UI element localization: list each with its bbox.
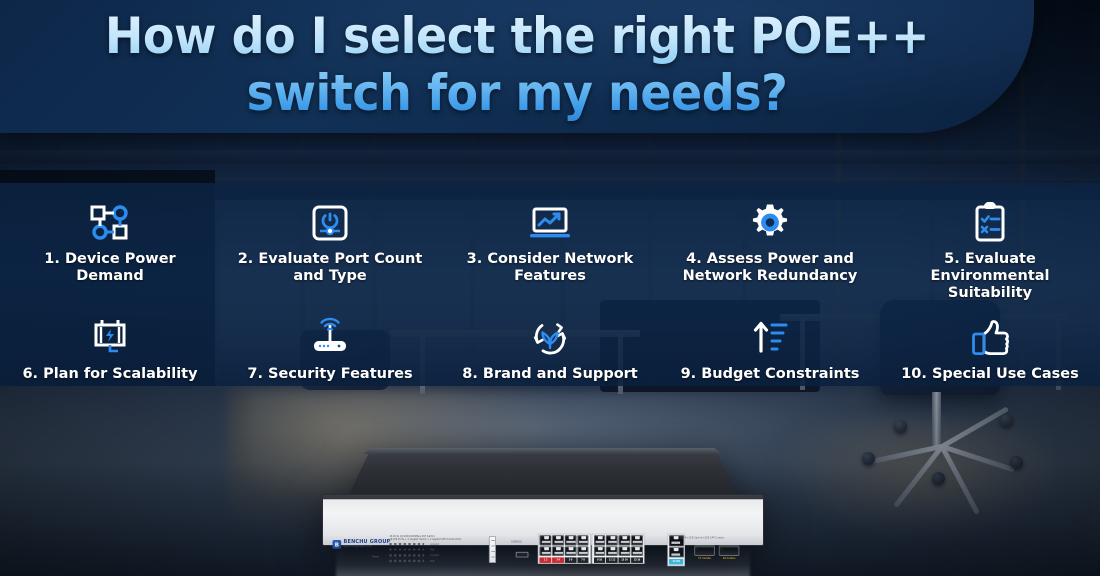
steps-row-2: 6. Plan for Scalability 7. Security Feat… [0,302,1100,383]
console-port-label: CONSOLE [511,540,522,544]
page-title-line-2: switch for my needs? [246,64,788,122]
steps-list: 1. Device Power Demand 2. Evaluate Port … [0,183,1100,386]
switch-spec-text: 16 Ports 10/100/1000Mbps PoE Switch 16 P… [389,535,492,542]
power-button-panel-icon [310,201,350,245]
network-topology-icon [89,201,131,245]
step-item-2[interactable]: 2. Evaluate Port Count and Type [220,201,440,302]
step-item-5[interactable]: 5. Evaluate Environmental Suitability [880,201,1100,302]
rj45-port[interactable] [618,535,631,546]
step-label: 5. Evaluate Environmental Suitability [930,251,1050,301]
poster-canvas: How do I select the right POE++ switch f… [0,0,1100,576]
step-item-8[interactable]: 8. Brand and Support [440,316,660,383]
switch-top-chassis [348,448,738,496]
rj45-port[interactable] [552,535,564,546]
laptop-chart-icon [527,201,573,245]
switch-front-panel-content: B BENCHU GROUP benchu-group.com 16 Ports… [323,495,765,567]
rj45-port[interactable] [564,535,577,546]
step-label: 6. Plan for Scalability [22,366,198,382]
step-label: 1. Device Power Demand [44,251,176,284]
wireless-router-icon [306,316,354,360]
steps-row-1: 1. Device Power Demand 2. Evaluate Port … [0,183,1100,302]
thumbs-up-icon [968,316,1012,360]
switch-top-highlight [363,448,723,454]
rj45-port[interactable] [539,535,552,546]
step-item-1[interactable]: 1. Device Power Demand [0,201,220,302]
arrow-up-bars-icon [748,316,792,360]
step-label: 4. Assess Power and Network Redundancy [682,251,858,284]
switch-front-panel: B BENCHU GROUP benchu-group.com 16 Ports… [322,494,765,567]
step-item-3[interactable]: 3. Consider Network Features [440,201,660,302]
step-item-6[interactable]: 6. Plan for Scalability [0,316,220,383]
step-item-7[interactable]: 7. Security Features [220,316,440,383]
poe-switch-product-image: B BENCHU GROUP benchu-group.com 16 Ports… [322,448,765,576]
rj45-port[interactable] [577,535,589,546]
battery-bolt-icon [88,316,132,360]
step-label: 8. Brand and Support [462,366,638,382]
switch-model-text: 16FE+2GE Uplink+2GE SFP Combo [680,536,725,540]
switch-floor-reflection [336,546,750,576]
page-title-line-1: How do I select the right POE++ [104,7,930,65]
rj45-port[interactable] [606,535,618,546]
step-label: 3. Consider Network Features [466,251,634,284]
page-title: How do I select the right POE++ switch f… [41,8,992,122]
step-item-10[interactable]: 10. Special Use Cases [880,316,1100,383]
clipboard-checklist-icon [971,201,1009,245]
step-label: 9. Budget Constraints [680,366,860,382]
leaf-recycle-icon [529,316,571,360]
rj45-port[interactable] [631,535,643,546]
step-item-4[interactable]: 4. Assess Power and Network Redundancy [660,201,880,302]
step-label: 2. Evaluate Port Count and Type [237,251,423,284]
switch-spec-line-2: 16 PoE Ports + 2 Gigabit Uplink + 2 Giga… [389,537,462,541]
step-label: 7. Security Features [247,366,413,382]
rj45-port[interactable] [593,535,606,546]
gear-icon [749,201,791,245]
step-item-9[interactable]: 9. Budget Constraints [660,316,880,383]
step-label: 10. Special Use Cases [901,366,1079,382]
